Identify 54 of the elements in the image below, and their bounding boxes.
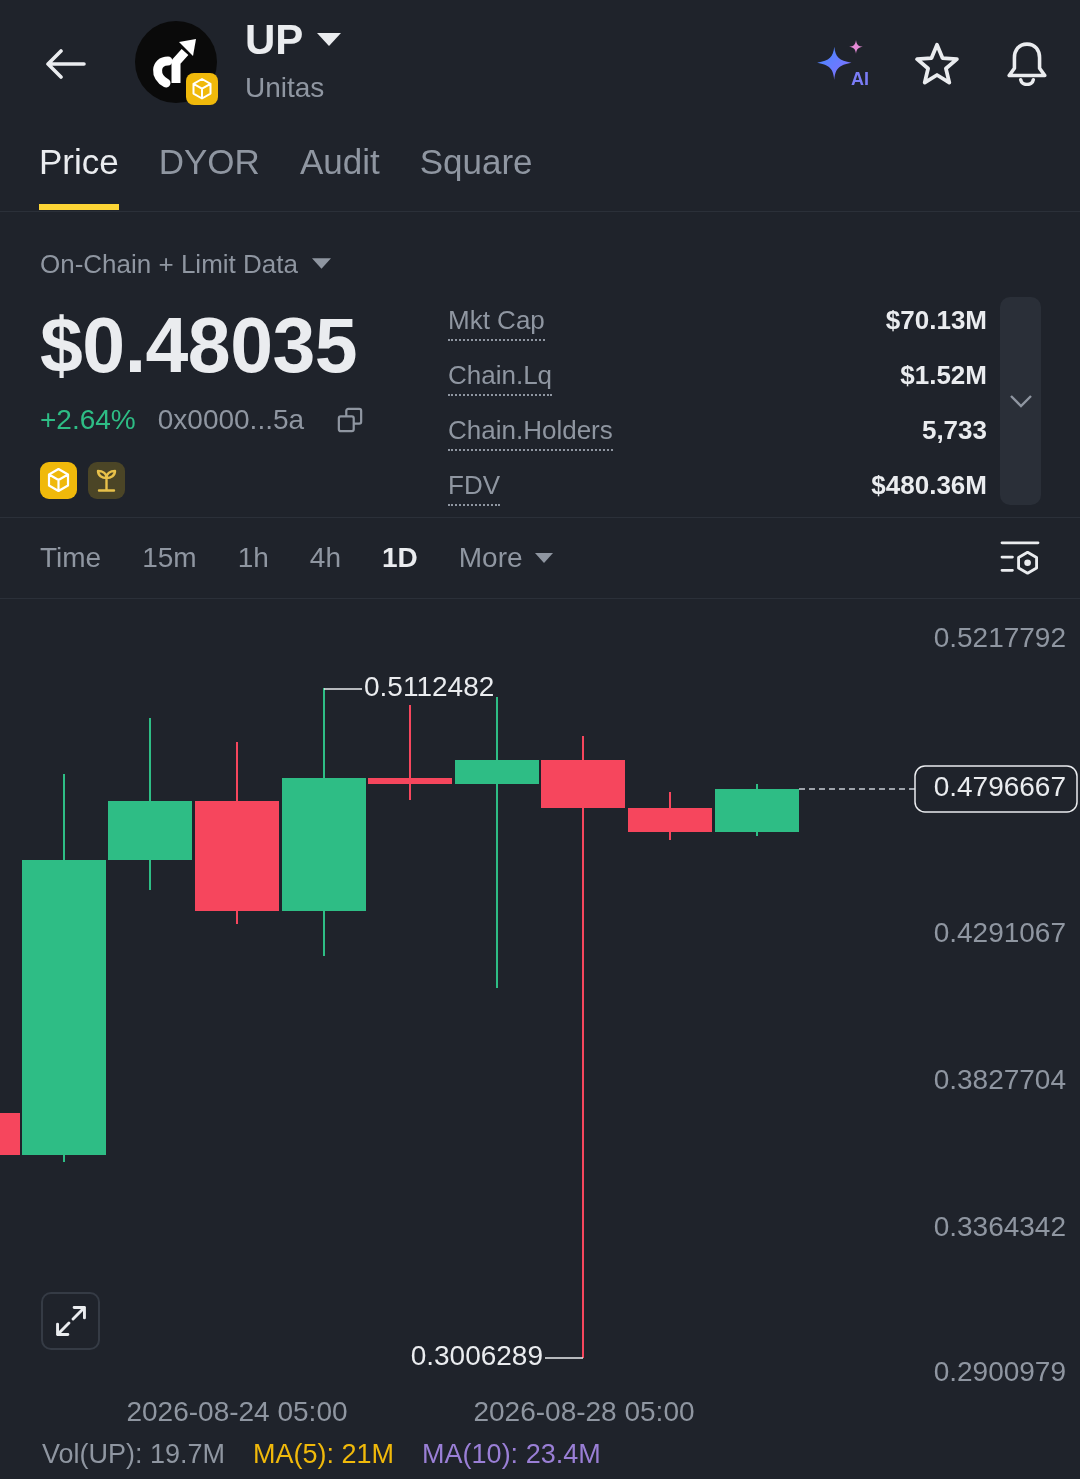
price-axis-label: 0.2900979 (933, 1356, 1066, 1388)
volume-legend-item: MA(10): 23.4M (422, 1438, 601, 1470)
caret-icon (317, 33, 342, 47)
bell-icon[interactable] (1005, 42, 1049, 86)
tab[interactable]: DYOR (158, 130, 260, 210)
chart-settings-icon[interactable] (1000, 540, 1040, 576)
back-arrow-icon[interactable] (44, 49, 86, 79)
price-axis-label: 0.3827704 (933, 1064, 1066, 1096)
tab[interactable]: Square (419, 130, 533, 210)
star-icon[interactable] (915, 42, 959, 86)
contract-address: 0x0000...5a (157, 403, 305, 437)
stat-value: $70.13M (885, 304, 987, 337)
stat-label[interactable]: Mkt Cap (448, 303, 545, 341)
interval-tab[interactable]: Time (40, 541, 102, 575)
stat-value: $480.36M (871, 469, 987, 502)
interval-tab[interactable]: 1D (381, 541, 418, 575)
volume-legend-item: Vol(UP): 19.7M (42, 1438, 226, 1470)
candle (0, 1113, 20, 1155)
expand-arrows-icon (55, 1306, 86, 1336)
copy-icon[interactable] (337, 407, 364, 433)
cube-badge-icon (186, 73, 218, 105)
stat-value: 5,733 (921, 414, 987, 447)
cube-badge-icon (40, 462, 77, 499)
leader-line (544, 1357, 584, 1359)
token-name: Unitas (245, 71, 325, 105)
fullscreen-button[interactable] (41, 1292, 100, 1350)
sprout-badge-icon (88, 462, 125, 499)
interval-tab[interactable]: More (458, 541, 553, 575)
caret-icon (311, 258, 331, 270)
tab[interactable]: Audit (299, 130, 380, 210)
stat-label[interactable]: Chain.Holders (448, 413, 613, 451)
data-source-dropdown[interactable]: On-Chain + Limit Data (40, 248, 331, 280)
ai-button[interactable]: AI (817, 40, 869, 88)
stat-label[interactable]: Chain.Lq (448, 358, 553, 396)
high-price-label: 0.5112482 (364, 671, 495, 703)
price: $0.48035 (40, 305, 359, 385)
tab[interactable]: Price (39, 130, 119, 210)
volume-legend-item: MA(5): 21M (253, 1438, 395, 1470)
low-price-label: 0.3006289 (410, 1340, 543, 1372)
time-axis-label: 2026-08-28 05:00 (473, 1396, 695, 1428)
stat-value: $1.52M (900, 359, 987, 392)
token-selector[interactable]: UP (245, 17, 342, 63)
interval-tab[interactable]: 4h (309, 541, 341, 575)
leader-line (323, 688, 363, 690)
interval-tab[interactable]: 1h (237, 541, 269, 575)
price-axis-label: 0.4291067 (933, 917, 1066, 949)
time-axis-label: 2026-08-24 05:00 (126, 1396, 348, 1428)
price-change: +2.64% (40, 403, 136, 437)
price-axis-label: 0.3364342 (933, 1211, 1066, 1243)
price-axis-label: 0.5217792 (933, 622, 1066, 654)
interval-tab[interactable]: 15m (142, 541, 197, 575)
caret-icon (534, 552, 553, 564)
last-price-tag: 0.4796667 (914, 765, 1078, 813)
stat-label[interactable]: FDV (448, 468, 500, 506)
